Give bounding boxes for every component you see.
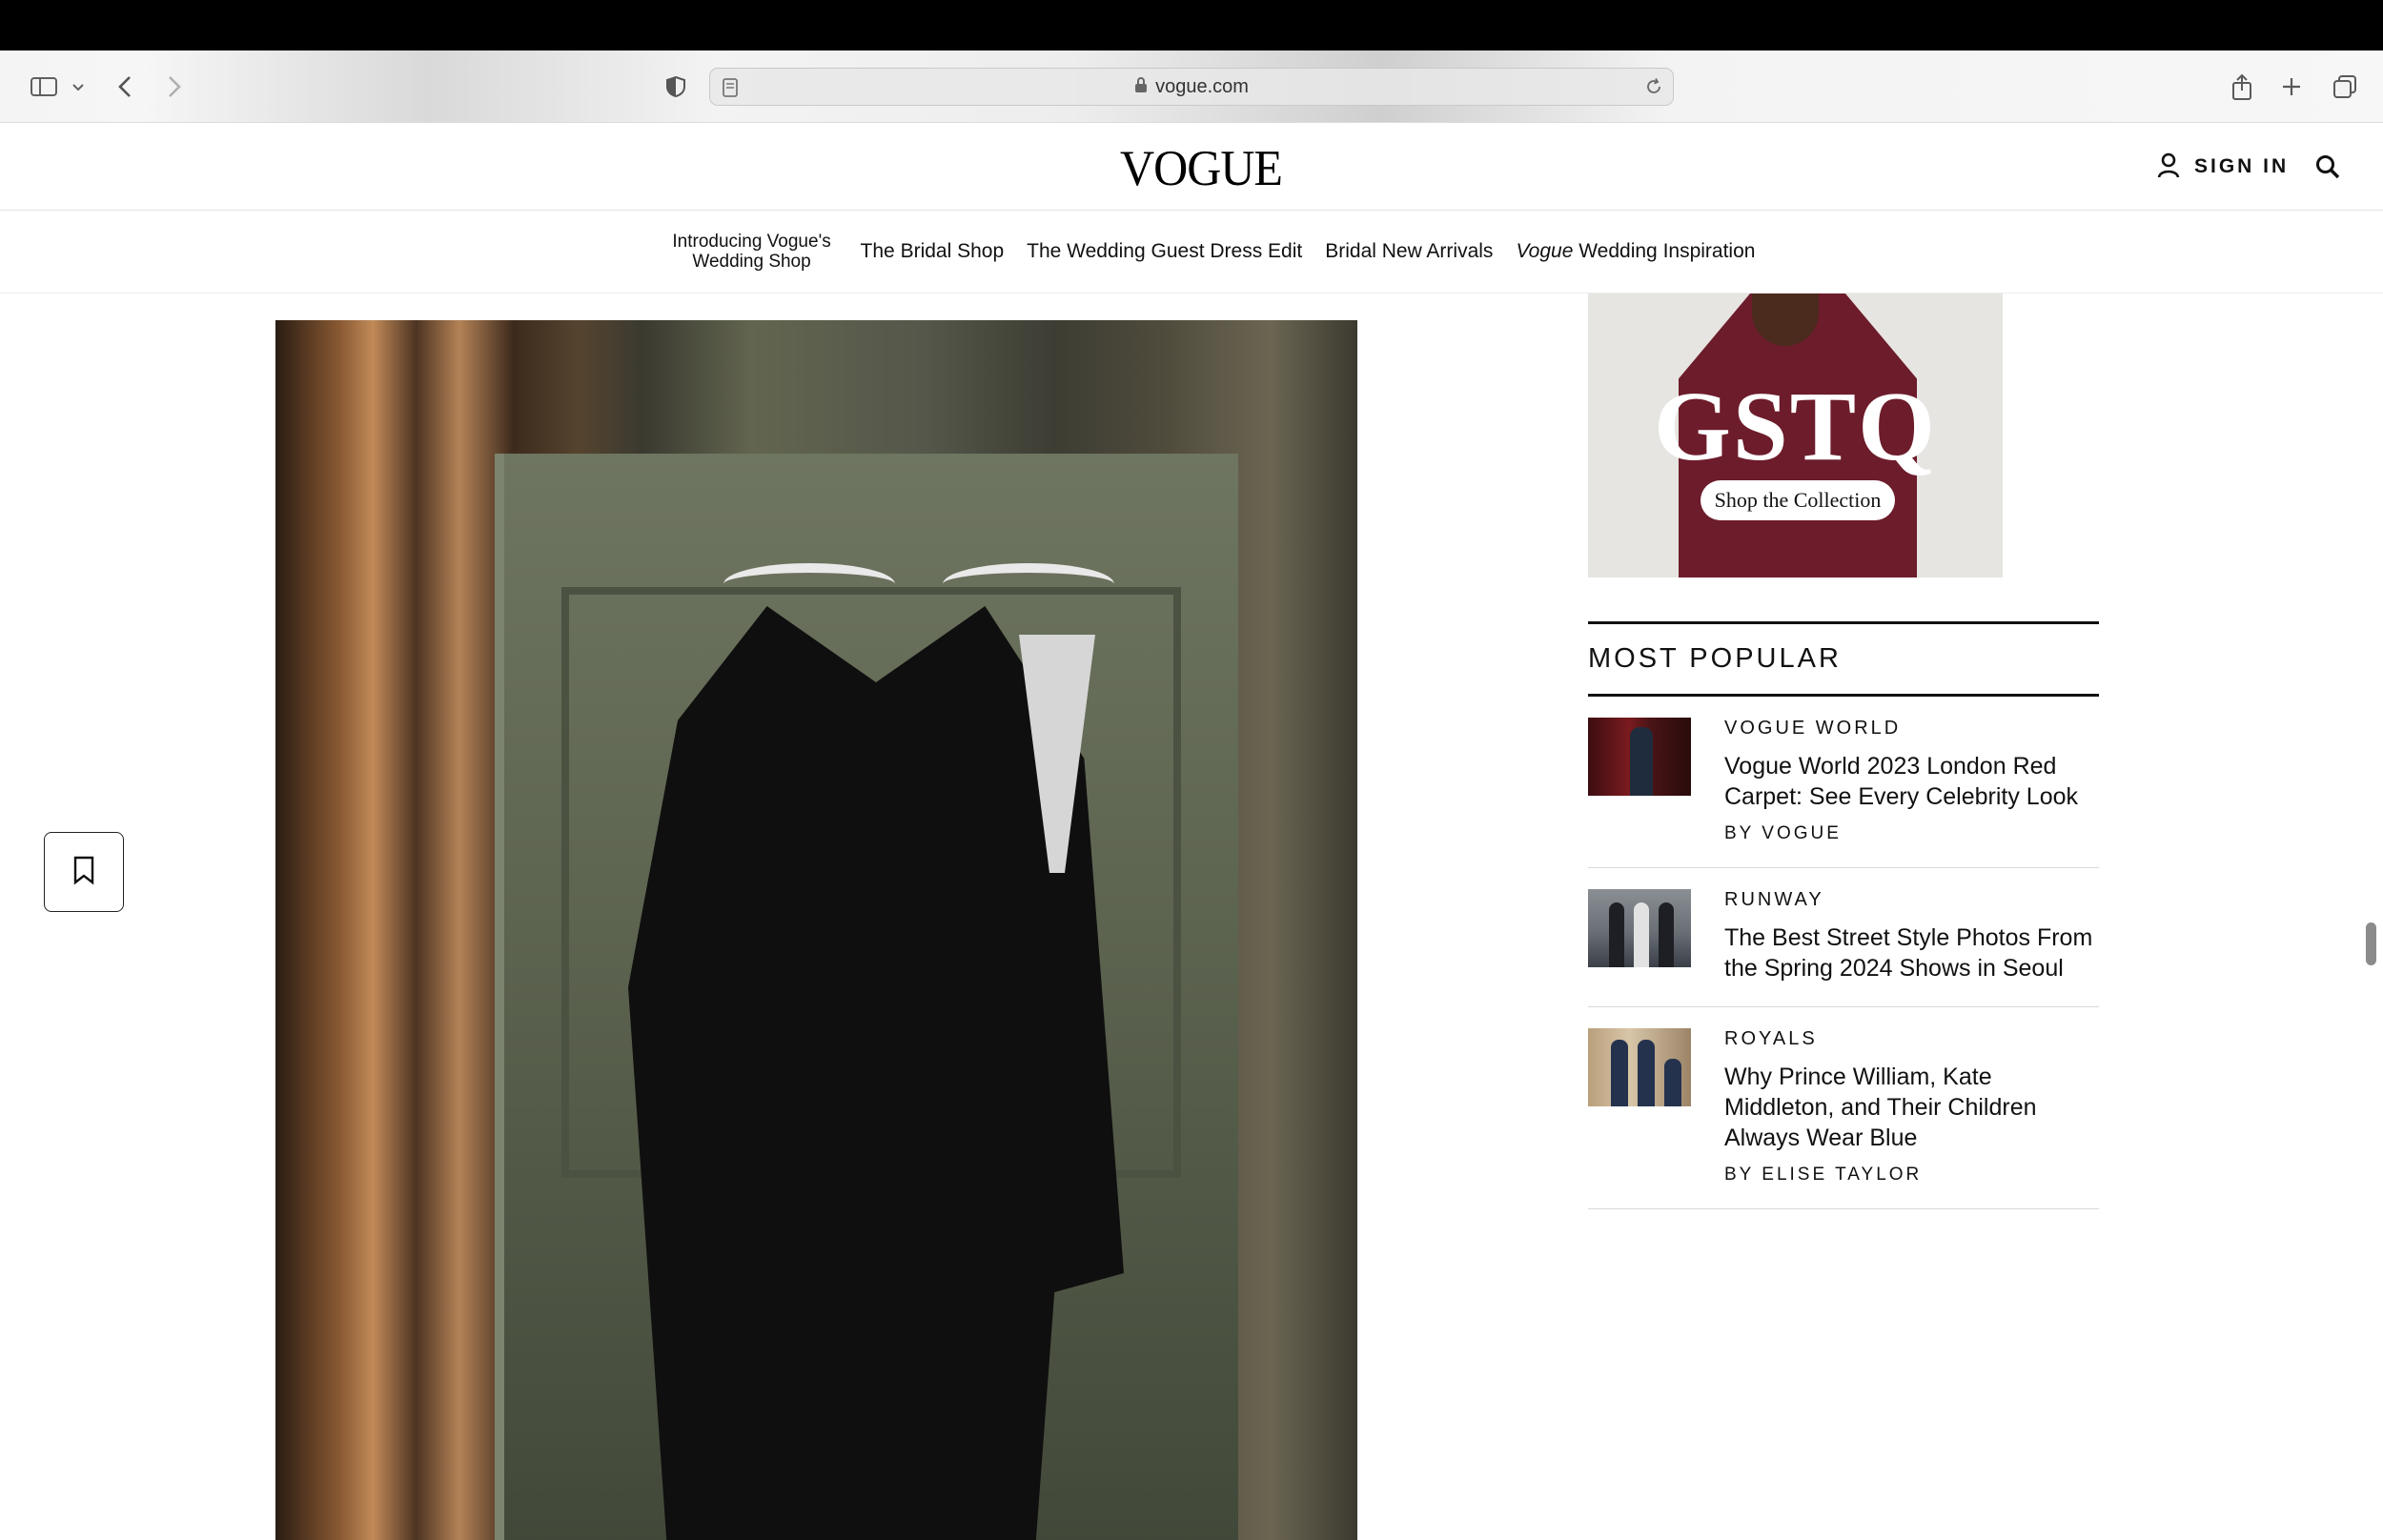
list-item-thumbnail[interactable] [1588,718,1691,796]
list-item-title[interactable]: Vogue World 2023 London Red Carpet: See … [1724,751,2099,812]
thumbnail-figure [1638,1040,1655,1106]
tabs-icon[interactable] [2326,51,2364,123]
system-top-bar [0,0,2383,51]
list-item-category[interactable]: RUNWAY [1724,889,2099,911]
list-item[interactable]: ROYALS Why Prince William, Kate Middleto… [1588,1007,2099,1209]
url-text: vogue.com [1155,75,1249,97]
save-bookmark-button[interactable] [44,832,124,912]
nav-item-bridal-new-arrivals[interactable]: Bridal New Arrivals [1325,240,1493,263]
article-hero-image [275,320,1357,1540]
thumbnail-figure [1630,727,1653,796]
thumbnail-figure [1634,902,1649,967]
list-item-thumbnail[interactable] [1588,1028,1691,1106]
sign-in-button[interactable]: SIGN IN [2156,150,2289,184]
vogue-logo[interactable]: VOGUE [1120,139,1283,197]
sign-in-label: SIGN IN [2194,155,2290,177]
forward-icon[interactable] [160,51,189,123]
address-bar[interactable]: vogue.com [709,68,1674,106]
list-item-thumbnail[interactable] [1588,889,1691,967]
bookmark-icon [71,855,96,890]
scrollbar-thumb[interactable] [2366,922,2376,965]
chevron-down-icon[interactable] [67,51,90,123]
thumbnail-figure [1609,902,1624,967]
sidebar-icon[interactable] [23,51,65,123]
share-icon[interactable] [2225,51,2259,123]
thumbnail-figure [1659,902,1674,967]
hero-hanger-right [943,563,1114,605]
list-item-byline: BY ELISE TAYLOR [1724,1165,1923,1185]
ad-brand: GSTQ [1654,372,1937,481]
sidebar-advertisement[interactable]: GSTQ Shop the Collection [1588,294,2003,578]
thumbnail-figure [1611,1040,1628,1106]
reader-icon[interactable] [722,77,739,103]
search-icon[interactable] [2311,150,2345,184]
reload-icon[interactable] [1644,77,1663,101]
hero-hanger-left [723,563,895,605]
list-item-title[interactable]: The Best Street Style Photos From the Sp… [1724,922,2099,983]
list-item-category[interactable]: ROYALS [1724,1028,2099,1050]
nav-item-wedding-inspiration[interactable]: Vogue Wedding Inspiration [1516,240,1755,263]
list-item-byline: BY VOGUE [1724,823,1842,843]
channel-nav: Introducing Vogue's Wedding Shop The Bri… [0,211,2383,294]
nav-item-wedding-guest-dress-edit[interactable]: The Wedding Guest Dress Edit [1027,240,1302,263]
user-icon [2156,152,2181,183]
back-icon[interactable] [111,51,139,123]
browser-toolbar: vogue.com [0,51,2383,123]
list-item-category[interactable]: VOGUE WORLD [1724,718,2099,740]
list-item[interactable]: RUNWAY The Best Street Style Photos From… [1588,868,2099,1007]
nav-item-wedding-shop[interactable]: Introducing Vogue's Wedding Shop [666,232,838,272]
most-popular-module: MOST POPULAR VOGUE WORLD Vogue World 202… [1588,621,2099,1209]
lock-icon [1134,76,1148,98]
list-item[interactable]: VOGUE WORLD Vogue World 2023 London Red … [1588,697,2099,868]
nav-item-wedding-inspiration-label: Wedding Inspiration [1573,240,1756,262]
new-tab-icon[interactable] [2274,51,2309,123]
ad-cta-button[interactable]: Shop the Collection [1701,480,1895,520]
site-header: VOGUE SIGN IN [0,123,2383,211]
thumbnail-figure [1664,1059,1681,1106]
nav-item-bridal-shop[interactable]: The Bridal Shop [861,240,1005,263]
most-popular-heading: MOST POPULAR [1588,643,1842,674]
shield-icon[interactable] [662,51,690,123]
nav-item-wedding-inspiration-em: Vogue [1516,240,1574,262]
list-item-title[interactable]: Why Prince William, Kate Middleton, and … [1724,1062,2099,1153]
